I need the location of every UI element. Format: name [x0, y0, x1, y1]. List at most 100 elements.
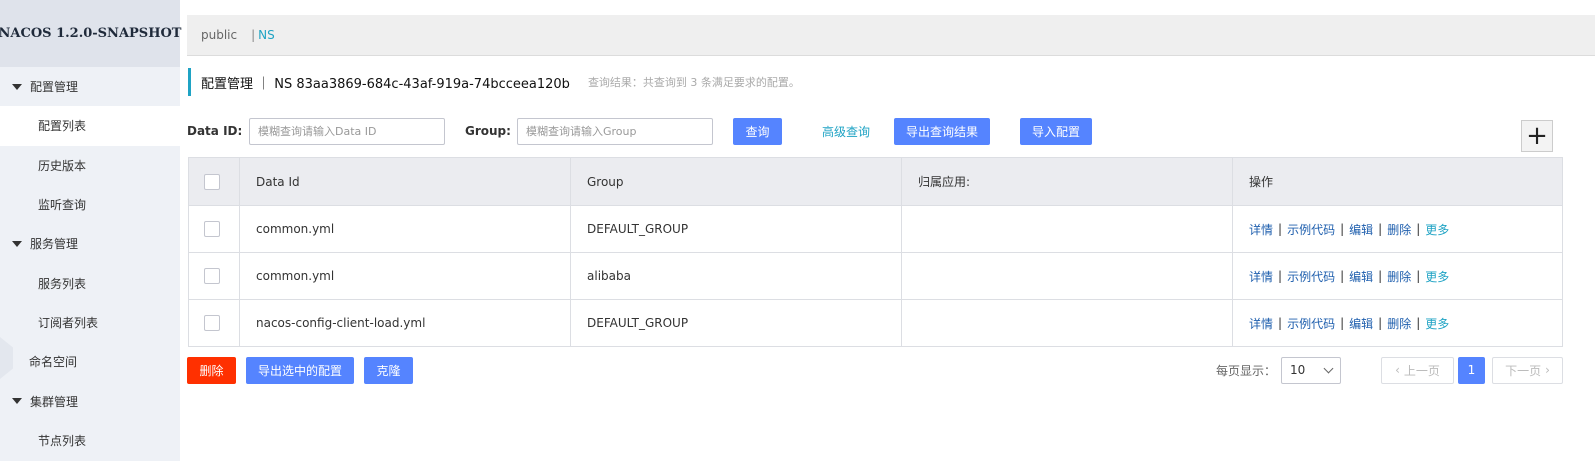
- advanced-wrap: 高级查询: [822, 117, 870, 145]
- ops-sep: |: [1416, 316, 1421, 330]
- cell-ops: 详情 | 示例代码 | 编辑 | 删除 | 更多: [1232, 253, 1562, 299]
- detail-link[interactable]: 详情: [1249, 268, 1273, 285]
- nav-group-config[interactable]: 配置管理: [0, 67, 180, 106]
- header-app: 归属应用:: [901, 158, 1232, 205]
- edit-link[interactable]: 编辑: [1349, 268, 1373, 285]
- ops-sep: |: [1278, 269, 1283, 283]
- namespace-bar: public | NS: [187, 15, 1595, 56]
- table-header: Data Id Group 归属应用: 操作: [189, 158, 1562, 205]
- query-wrap: 查询: [733, 117, 782, 145]
- page-title-bar: 配置管理 ｜ NS 83aa3869-684c-43af-919a-74bcce…: [188, 68, 800, 96]
- batch-delete-button[interactable]: 删除: [187, 356, 236, 384]
- header-data-id: Data Id: [239, 158, 570, 205]
- edit-link[interactable]: 编辑: [1349, 315, 1373, 332]
- next-wrap: 下一页 ›: [1492, 356, 1563, 384]
- nav-item-history[interactable]: 历史版本: [0, 146, 180, 185]
- prev-page-button[interactable]: ‹ 上一页: [1381, 356, 1454, 384]
- page-size-label-wrap: 每页显示：: [1216, 356, 1276, 384]
- row-checkbox-cell: [189, 253, 239, 299]
- nav-group-label: 配置管理: [30, 80, 79, 95]
- ops-sep: |: [1340, 269, 1345, 283]
- ops-sep: |: [1278, 222, 1283, 236]
- brand-logo: NACOS 1.2.0-SNAPSHOT: [0, 0, 181, 67]
- page-title: 配置管理 ｜ NS 83aa3869-684c-43af-919a-74bcce…: [201, 76, 570, 92]
- filter-data-id: Data ID:: [187, 117, 242, 145]
- cell-app: [901, 253, 1232, 299]
- nav-item-subscriber-list[interactable]: 订阅者列表: [0, 303, 180, 342]
- cell-ops: 详情 | 示例代码 | 编辑 | 删除 | 更多: [1232, 300, 1562, 346]
- next-page-label: 下一页: [1505, 363, 1542, 378]
- data-id-input[interactable]: 模糊查询请输入Data ID: [249, 117, 445, 145]
- cell-data-id: nacos-config-client-load.yml: [239, 300, 570, 346]
- chevron-down-icon: [1323, 363, 1334, 373]
- edit-link[interactable]: 编辑: [1349, 221, 1373, 238]
- ops-sep: |: [1378, 222, 1383, 236]
- nav-group-label: 服务管理: [30, 237, 79, 252]
- import-config-button[interactable]: 导入配置: [1020, 117, 1092, 145]
- ops-sep: |: [1416, 269, 1421, 283]
- nav-item-node-list[interactable]: 节点列表: [0, 421, 180, 460]
- advanced-query-link[interactable]: 高级查询: [822, 123, 870, 140]
- delete-link[interactable]: 删除: [1387, 268, 1411, 285]
- export-wrap: 导出查询结果: [894, 117, 990, 145]
- row-checkbox[interactable]: [204, 268, 220, 284]
- data-id-label: Data ID:: [187, 124, 243, 138]
- nav-item-service-list[interactable]: 服务列表: [0, 263, 180, 302]
- group-input[interactable]: 模糊查询请输入Group: [517, 117, 713, 145]
- import-wrap: 导入配置: [1020, 117, 1092, 145]
- page-1-button[interactable]: 1: [1458, 356, 1485, 384]
- delete-link[interactable]: 删除: [1387, 315, 1411, 332]
- page-size-value: 10: [1290, 363, 1306, 377]
- nav-item-config-list[interactable]: 配置列表: [0, 106, 180, 146]
- detail-link[interactable]: 详情: [1249, 221, 1273, 238]
- ops-sep: |: [1416, 222, 1421, 236]
- row-checkbox-cell: [189, 300, 239, 346]
- header-checkbox-cell: [189, 158, 239, 205]
- config-table: Data Id Group 归属应用: 操作 common.yml DEFAUL…: [188, 157, 1563, 347]
- nav-item-namespace[interactable]: 命名空间: [0, 342, 180, 381]
- add-config-plus-icon[interactable]: +: [1521, 120, 1553, 152]
- nav-group-cluster[interactable]: 集群管理: [0, 381, 180, 420]
- more-link[interactable]: 更多: [1425, 221, 1449, 238]
- cell-group: alibaba: [570, 253, 901, 299]
- page-size-select[interactable]: 10: [1281, 356, 1341, 384]
- more-link[interactable]: 更多: [1425, 268, 1449, 285]
- namespace-public[interactable]: public: [201, 28, 237, 42]
- row-checkbox[interactable]: [204, 315, 220, 331]
- nav-group-label: 集群管理: [30, 394, 79, 409]
- cell-app: [901, 300, 1232, 346]
- clone-wrap: 克隆: [364, 356, 413, 384]
- ops-sep: |: [1340, 222, 1345, 236]
- cell-ops: 详情 | 示例代码 | 编辑 | 删除 | 更多: [1232, 206, 1562, 252]
- header-group: Group: [570, 158, 901, 205]
- query-button[interactable]: 查询: [733, 117, 782, 145]
- next-page-button[interactable]: 下一页 ›: [1492, 356, 1563, 384]
- data-id-wrap: 模糊查询请输入Data ID: [249, 117, 445, 145]
- page-size-wrap: 10: [1281, 356, 1341, 384]
- group-wrap: 模糊查询请输入Group: [517, 117, 713, 145]
- more-link[interactable]: 更多: [1425, 315, 1449, 332]
- select-all-checkbox[interactable]: [204, 173, 220, 190]
- cell-group: DEFAULT_GROUP: [570, 300, 901, 346]
- detail-link[interactable]: 详情: [1249, 315, 1273, 332]
- clone-button[interactable]: 克隆: [364, 356, 413, 384]
- delete-link[interactable]: 删除: [1387, 221, 1411, 238]
- cell-data-id: common.yml: [239, 206, 570, 252]
- row-checkbox[interactable]: [204, 221, 220, 237]
- sidebar: NACOS 1.2.0-SNAPSHOT 配置管理 配置列表 历史版本 监听查询…: [0, 0, 181, 461]
- cell-app: [901, 206, 1232, 252]
- sample-code-link[interactable]: 示例代码: [1287, 221, 1335, 238]
- nav-item-listener-query[interactable]: 监听查询: [0, 185, 180, 224]
- export-selected-button[interactable]: 导出选中的配置: [246, 356, 354, 384]
- sample-code-link[interactable]: 示例代码: [1287, 315, 1335, 332]
- prev-wrap: ‹ 上一页: [1381, 356, 1454, 384]
- current-page-wrap: 1: [1458, 356, 1485, 384]
- namespace-separator: |: [251, 28, 256, 42]
- namespace-ns[interactable]: NS: [258, 28, 275, 42]
- chevron-right-icon: ›: [1545, 363, 1550, 377]
- ops-sep: |: [1378, 316, 1383, 330]
- nav-group-service[interactable]: 服务管理: [0, 224, 180, 263]
- export-results-button[interactable]: 导出查询结果: [894, 117, 990, 145]
- table-row: nacos-config-client-load.yml DEFAULT_GRO…: [189, 299, 1562, 346]
- sample-code-link[interactable]: 示例代码: [1287, 268, 1335, 285]
